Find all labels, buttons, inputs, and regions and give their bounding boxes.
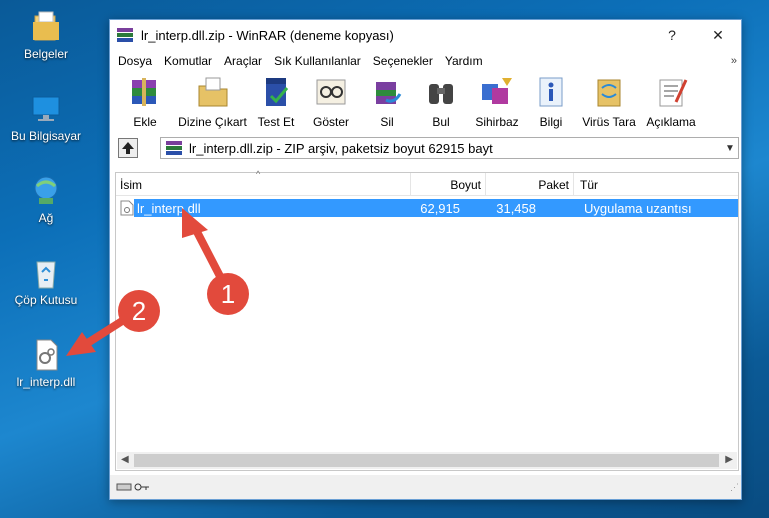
horizontal-scrollbar[interactable]: ◀ ▶ (117, 452, 737, 469)
archive-icon (166, 141, 182, 155)
column-size[interactable]: Boyut (411, 173, 486, 196)
network-icon (34, 176, 58, 204)
dll-file-icon (36, 339, 58, 371)
help-button[interactable]: ? (649, 20, 695, 50)
info-button[interactable]: Bilgi (525, 72, 577, 134)
menu-options[interactable]: Seçenekler (367, 54, 439, 68)
annotation-badge-two: 2 (118, 290, 160, 332)
desktop-icon-recycle-bin[interactable]: Çöp Kutusu (0, 256, 92, 307)
file-packed: 31,458 (496, 200, 536, 216)
menu-help[interactable]: Yardım (439, 54, 489, 68)
toolbar: Ekle Dizine Çıkart Test Et Göster Sil Bu… (110, 72, 741, 134)
menu-commands[interactable]: Komutlar (158, 54, 218, 68)
up-folder-button[interactable] (118, 138, 138, 158)
status-bar: ⋰ (110, 475, 741, 499)
comment-icon (659, 79, 688, 107)
up-arrow-icon (122, 142, 134, 154)
menu-bar: Dosya Komutlar Araçlar Sık Kullanılanlar… (110, 50, 741, 72)
resize-grip-icon[interactable]: ⋰ (730, 482, 739, 493)
column-type[interactable]: Tür (574, 173, 736, 196)
winrar-app-icon (117, 28, 133, 42)
archive-path-field[interactable]: lr_interp.dll.zip - ZIP arşiv, paketsiz … (160, 137, 739, 159)
desktop-icon-label: Belgeler (23, 47, 69, 61)
column-packed[interactable]: Paket (486, 173, 574, 196)
find-button[interactable]: Bul (413, 72, 469, 134)
virus-scan-button[interactable]: Virüs Tara (577, 72, 641, 134)
delete-button[interactable]: Sil (361, 72, 413, 134)
list-header: İsim ^ Boyut Paket Tür (116, 169, 738, 196)
file-name: lr_interp.dll (137, 200, 201, 216)
key-icon (134, 483, 149, 491)
menu-overflow-icon[interactable]: » (731, 55, 737, 67)
test-button[interactable]: Test Et (251, 72, 301, 134)
drive-icon (116, 483, 132, 491)
desktop-icon-network[interactable]: Ağ (0, 174, 92, 225)
find-icon (429, 84, 453, 104)
desktop-icon-dll-file[interactable]: lr_interp.dll (0, 338, 92, 389)
scroll-right-icon[interactable]: ▶ (725, 454, 733, 465)
file-type: Uygulama uzantısı (584, 200, 692, 216)
menu-file[interactable]: Dosya (112, 54, 158, 68)
chevron-down-icon[interactable]: ▼ (722, 143, 738, 154)
test-icon (266, 78, 289, 106)
address-bar: lr_interp.dll.zip - ZIP arşiv, paketsiz … (110, 136, 741, 160)
add-button[interactable]: Ekle (116, 72, 174, 134)
menu-tools[interactable]: Araçlar (218, 54, 268, 68)
comment-button[interactable]: Açıklama (641, 72, 701, 134)
desktop-icon-label: Bu Bilgisayar (10, 129, 82, 143)
desktop-icon-label: lr_interp.dll (16, 375, 76, 389)
extract-button[interactable]: Dizine Çıkart (174, 72, 251, 134)
add-icon (132, 78, 156, 106)
desktop-icon-this-pc[interactable]: Bu Bilgisayar (0, 92, 92, 143)
view-button[interactable]: Göster (301, 72, 361, 134)
sort-arrow-icon: ^ (256, 169, 261, 179)
computer-icon (32, 96, 60, 121)
file-list: İsim ^ Boyut Paket Tür lr_interp.dll 62,… (115, 169, 739, 471)
title-bar: lr_interp.dll.zip - WinRAR (deneme kopya… (110, 20, 741, 50)
folder-icon (33, 11, 59, 41)
table-row[interactable]: lr_interp.dll 62,915 31,458 Uygulama uza… (117, 199, 738, 217)
desktop-icon-label: Ağ (38, 211, 54, 225)
annotation-badge-one: 1 (207, 273, 249, 315)
window-title: lr_interp.dll.zip - WinRAR (deneme kopya… (141, 27, 394, 43)
file-size: 62,915 (420, 200, 460, 216)
scroll-left-icon[interactable]: ◀ (121, 454, 129, 465)
close-button[interactable]: ✕ (695, 20, 741, 50)
dll-file-icon (120, 200, 134, 216)
virus-scan-icon (597, 79, 621, 107)
desktop-icon-documents[interactable]: Belgeler (0, 10, 92, 61)
extract-icon (198, 77, 227, 107)
delete-icon (376, 82, 402, 104)
scrollbar-thumb[interactable] (134, 454, 719, 467)
recycle-bin-icon (36, 261, 56, 289)
wizard-button[interactable]: Sihirbaz (469, 72, 525, 134)
desktop-icon-label: Çöp Kutusu (14, 293, 78, 307)
info-icon (539, 77, 563, 107)
wizard-icon (482, 78, 512, 104)
column-name[interactable]: İsim ^ (116, 169, 411, 196)
winrar-window: lr_interp.dll.zip - WinRAR (deneme kopya… (109, 19, 742, 500)
menu-favorites[interactable]: Sık Kullanılanlar (268, 54, 367, 68)
view-icon (316, 79, 346, 105)
archive-path-text: lr_interp.dll.zip - ZIP arşiv, paketsiz … (189, 140, 493, 156)
